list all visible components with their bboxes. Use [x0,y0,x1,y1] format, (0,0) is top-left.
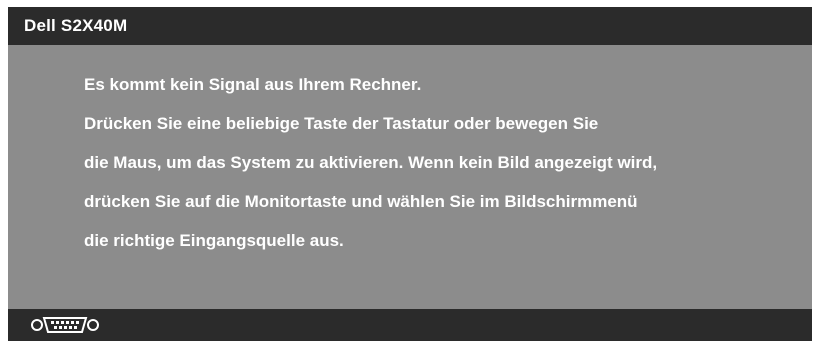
monitor-model-title: Dell S2X40M [24,16,128,35]
message-line: drücken Sie auf die Monitortaste und wäh… [84,192,638,211]
monitor-osd-dialog: Dell S2X40M Es kommt kein Signal aus Ihr… [8,7,812,341]
message-line: Drücken Sie eine beliebige Taste der Tas… [84,114,599,133]
message-line: die richtige Eingangsquelle aus. [84,231,344,250]
no-signal-message: Es kommt kein Signal aus Ihrem Rechner. … [8,45,812,309]
vga-connector-icon [30,315,100,335]
title-bar: Dell S2X40M [8,7,812,45]
input-status-bar [8,309,812,341]
message-line: die Maus, um das System zu aktivieren. W… [84,153,658,172]
message-line: Es kommt kein Signal aus Ihrem Rechner. [84,75,422,94]
